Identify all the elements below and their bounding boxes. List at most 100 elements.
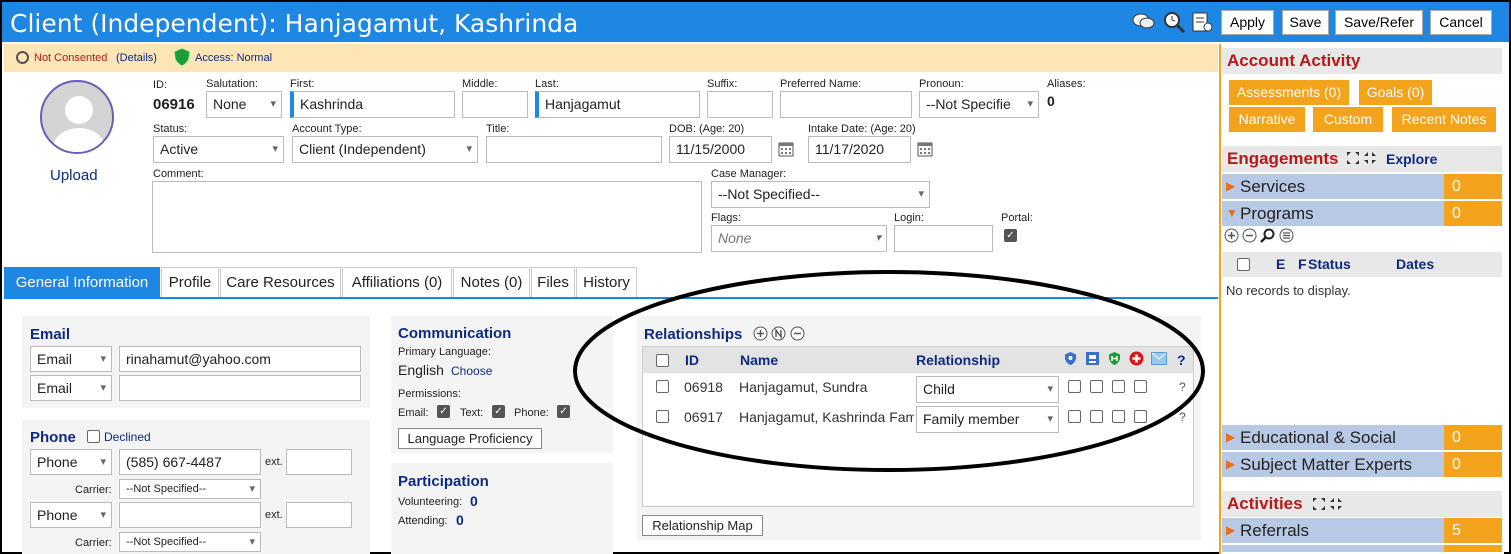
services-label: Services xyxy=(1240,177,1306,196)
email-input[interactable]: rinahamut@yahoo.com xyxy=(119,346,361,372)
account-type-label: Account Type: xyxy=(292,123,362,135)
tab-notes[interactable]: Notes (0) xyxy=(453,267,530,297)
choose-language-link[interactable]: Choose xyxy=(451,364,492,378)
collapse-icon[interactable] xyxy=(1329,497,1343,514)
activities-header: Activities xyxy=(1222,491,1502,517)
permission-text-checkbox[interactable]: ✓ xyxy=(492,405,505,418)
narrative-button[interactable]: Narrative xyxy=(1229,107,1305,132)
goals-button[interactable]: Goals (0) xyxy=(1359,80,1432,105)
phone-type-select[interactable]: Phone xyxy=(30,449,112,475)
aliases-count[interactable]: 0 xyxy=(1047,93,1055,109)
programs-col-f[interactable]: F xyxy=(1298,256,1307,272)
programs-select-all-checkbox[interactable] xyxy=(1237,258,1250,271)
edit-document-icon[interactable] xyxy=(1190,10,1214,34)
calendar-icon[interactable] xyxy=(778,141,794,160)
last-name-input[interactable]: Hanjagamut xyxy=(535,91,700,118)
dob-label: DOB: (Age: 20) xyxy=(669,123,745,135)
case-manager-select[interactable]: --Not Specified-- xyxy=(711,181,930,208)
portal-checkbox[interactable]: ✓ xyxy=(1004,229,1017,242)
educational-social-row[interactable]: ▶ Educational & Social xyxy=(1222,425,1444,450)
chat-icon[interactable] xyxy=(1132,10,1156,34)
pronoun-select[interactable]: --Not Specifie xyxy=(919,91,1039,118)
status-select[interactable]: Active xyxy=(153,136,284,163)
annotation-ellipse xyxy=(573,270,1205,472)
search-program-icon[interactable] xyxy=(1260,228,1275,246)
referrals-row[interactable]: ▶ Referrals xyxy=(1222,518,1444,543)
permission-phone-label: Phone: xyxy=(514,407,549,419)
programs-col-dates[interactable]: Dates xyxy=(1396,256,1434,272)
apply-button[interactable]: Apply xyxy=(1221,10,1274,35)
carrier-label: Carrier: xyxy=(75,484,112,496)
custom-button[interactable]: Custom xyxy=(1313,107,1383,132)
pronoun-label: Pronoun: xyxy=(919,78,964,90)
tab-care-resources[interactable]: Care Resources xyxy=(220,267,341,297)
email-type-select[interactable]: Email xyxy=(30,375,112,401)
intake-date-input[interactable]: 11/17/2020 xyxy=(808,136,911,163)
referrals-label: Referrals xyxy=(1240,521,1309,540)
carrier-select[interactable]: --Not Specified-- xyxy=(119,479,261,499)
engagements-title: Engagements xyxy=(1227,149,1339,168)
assessments-button[interactable]: Assessments (0) xyxy=(1229,80,1349,105)
search-history-icon[interactable] xyxy=(1162,10,1186,34)
email-input[interactable] xyxy=(119,375,361,401)
email-type-select[interactable]: Email xyxy=(30,346,112,372)
cancel-button[interactable]: Cancel xyxy=(1430,10,1492,35)
last-label: Last: xyxy=(535,78,559,90)
recent-notes-button[interactable]: Recent Notes xyxy=(1392,107,1496,132)
phone-type-select[interactable]: Phone xyxy=(30,502,112,528)
aliases-label: Aliases: xyxy=(1047,78,1086,90)
salutation-select[interactable]: None xyxy=(206,91,282,118)
relationship-map-button[interactable]: Relationship Map xyxy=(642,515,763,536)
sme-row[interactable]: ▶ Subject Matter Experts xyxy=(1222,452,1444,477)
programs-row[interactable]: ▼ Programs xyxy=(1222,201,1444,226)
explore-link[interactable]: Explore xyxy=(1386,151,1437,167)
programs-col-status[interactable]: Status xyxy=(1308,256,1351,272)
ext-label: ext. xyxy=(265,456,283,468)
expand-icon[interactable] xyxy=(1346,151,1360,168)
tab-files[interactable]: Files xyxy=(531,267,575,297)
services-row[interactable]: ▶ Services xyxy=(1222,174,1444,199)
login-input[interactable] xyxy=(894,225,993,252)
tab-affiliations[interactable]: Affiliations (0) xyxy=(342,267,452,297)
add-program-icon[interactable] xyxy=(1224,228,1239,246)
expand-icon[interactable] xyxy=(1312,497,1326,514)
permission-text-label: Text: xyxy=(460,407,484,419)
programs-col-e[interactable]: E xyxy=(1276,256,1285,272)
dob-input[interactable]: 11/15/2000 xyxy=(669,136,772,163)
remove-program-icon[interactable] xyxy=(1242,228,1257,246)
phone-input[interactable]: (585) 667-4487 xyxy=(119,449,261,475)
ext-input[interactable] xyxy=(286,502,352,528)
upload-link[interactable]: Upload xyxy=(50,167,98,184)
suffix-input[interactable] xyxy=(707,91,773,118)
first-label: First: xyxy=(290,78,315,90)
save-button[interactable]: Save xyxy=(1282,10,1329,35)
collapse-icon[interactable] xyxy=(1363,151,1377,168)
consent-details-link[interactable]: (Details) xyxy=(116,52,157,64)
language-proficiency-button[interactable]: Language Proficiency xyxy=(398,428,542,449)
volunteering-count[interactable]: 0 xyxy=(470,493,478,509)
middle-name-input[interactable] xyxy=(462,91,528,118)
first-name-input[interactable]: Kashrinda xyxy=(290,91,455,118)
title-bar: Client (Independent): Hanjagamut, Kashri… xyxy=(0,0,1511,42)
ext-input[interactable] xyxy=(286,449,352,475)
account-type-select[interactable]: Client (Independent) xyxy=(292,136,478,163)
primary-language: English xyxy=(398,362,444,378)
phone-input[interactable] xyxy=(119,502,261,528)
save-refer-button[interactable]: Save/Refer xyxy=(1335,10,1423,35)
title-input[interactable] xyxy=(486,136,662,163)
comment-textarea[interactable] xyxy=(152,181,702,253)
preferred-name-input[interactable] xyxy=(780,91,912,118)
tab-profile[interactable]: Profile xyxy=(161,267,219,297)
carrier-select[interactable]: --Not Specified-- xyxy=(119,532,261,552)
phone-declined-checkbox[interactable] xyxy=(87,430,100,443)
list-program-icon[interactable] xyxy=(1279,228,1294,246)
calendar-icon[interactable] xyxy=(917,141,933,160)
flags-select[interactable]: None xyxy=(711,225,887,252)
participation-header: Participation xyxy=(398,473,489,490)
permission-phone-checkbox[interactable]: ✓ xyxy=(557,405,570,418)
attending-count[interactable]: 0 xyxy=(456,512,464,528)
permission-email-checkbox[interactable]: ✓ xyxy=(437,405,450,418)
tab-general-information[interactable]: General Information xyxy=(4,267,160,297)
next-activity-row[interactable] xyxy=(1222,545,1444,552)
engagements-header: Engagements xyxy=(1222,146,1502,172)
